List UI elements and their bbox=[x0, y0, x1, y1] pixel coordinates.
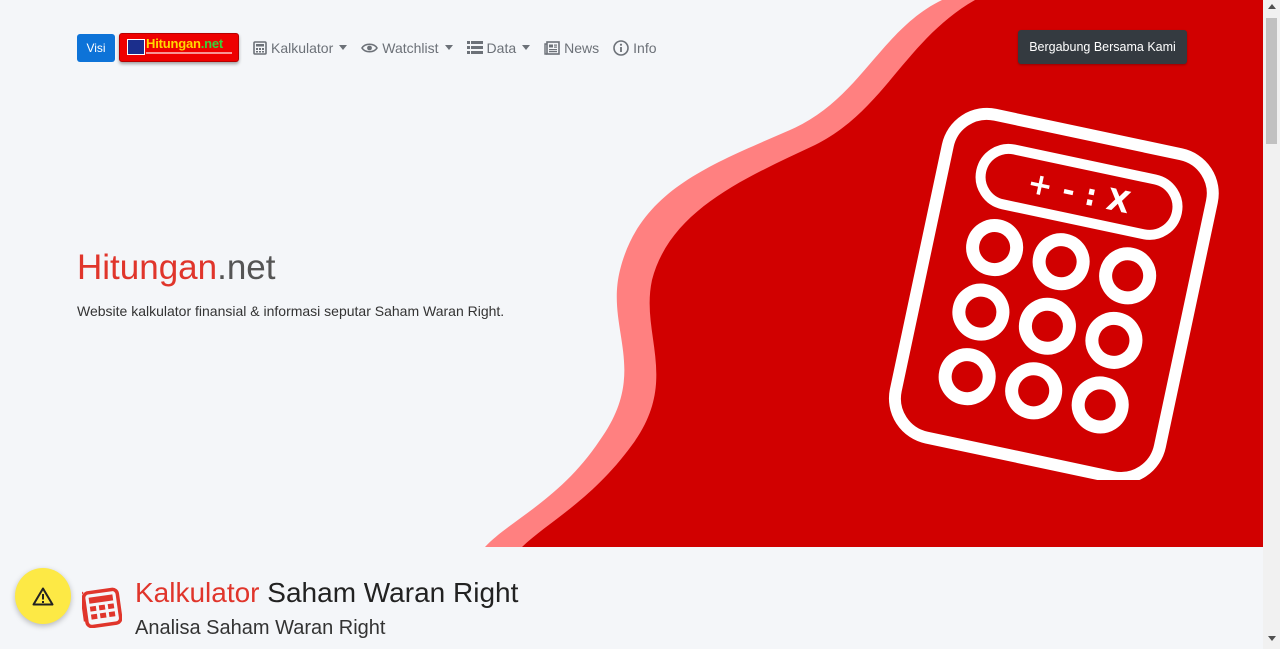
section-title: Kalkulator Saham Waran Right bbox=[135, 577, 518, 609]
nav-item-data[interactable]: Data bbox=[466, 39, 531, 56]
nav-item-news[interactable]: News bbox=[544, 40, 599, 56]
site-logo[interactable]: Hitungan.net bbox=[119, 33, 239, 62]
hero-title-red: Hitungan bbox=[77, 248, 218, 287]
logo-text-main: Hitungan bbox=[146, 36, 201, 51]
visi-button[interactable]: Visi bbox=[77, 33, 115, 62]
hero-title: Hitungan.net bbox=[77, 248, 276, 288]
newspaper-icon bbox=[544, 40, 560, 55]
nav-item-watchlist-label: Watchlist bbox=[382, 39, 439, 56]
hero-title-rest: .net bbox=[217, 248, 276, 287]
calculator-icon bbox=[253, 40, 267, 55]
list-icon bbox=[466, 41, 483, 54]
calculator-illustration: + - : X bbox=[888, 107, 1219, 480]
logo-wordmark: Hitungan.net bbox=[146, 36, 223, 51]
scroll-up-icon[interactable] bbox=[1268, 4, 1276, 9]
scroll-down-icon[interactable] bbox=[1268, 636, 1276, 641]
nav-item-info[interactable]: Info bbox=[613, 39, 657, 56]
logo-tagline bbox=[146, 52, 232, 54]
scrollbar-thumb[interactable] bbox=[1266, 18, 1277, 144]
logo-text-suffix: .net bbox=[200, 36, 224, 51]
nav-item-news-label: News bbox=[564, 39, 600, 56]
section-title-rest: Saham Waran Right bbox=[259, 577, 519, 608]
chevron-down-icon bbox=[522, 45, 531, 50]
nav-item-info-label: Info bbox=[633, 39, 657, 56]
nav-item-data-label: Data bbox=[486, 39, 517, 56]
nav-item-kalkulator[interactable]: Kalkulator bbox=[253, 39, 348, 56]
alert-button[interactable] bbox=[15, 568, 71, 624]
nav-item-kalkulator-label: Kalkulator bbox=[271, 39, 334, 56]
chevron-down-icon bbox=[444, 45, 453, 50]
nav-item-watchlist[interactable]: Watchlist bbox=[361, 39, 453, 56]
section-subtitle: Analisa Saham Waran Right bbox=[135, 617, 386, 639]
calculator-grid-icon bbox=[82, 587, 122, 628]
eye-icon bbox=[361, 42, 379, 53]
logo-mark-icon bbox=[127, 39, 145, 55]
section-title-red: Kalkulator bbox=[135, 577, 260, 608]
warning-icon bbox=[32, 587, 54, 605]
navbar: Visi Hitungan.net Kalkulator Watchlist D… bbox=[77, 33, 657, 62]
hero-subtitle: Website kalkulator finansial & informasi… bbox=[77, 303, 505, 319]
join-button[interactable]: Bergabung Bersama Kami bbox=[1018, 30, 1187, 64]
scrollbar[interactable] bbox=[1263, 0, 1280, 649]
info-icon bbox=[613, 39, 629, 56]
chevron-down-icon bbox=[339, 45, 348, 50]
